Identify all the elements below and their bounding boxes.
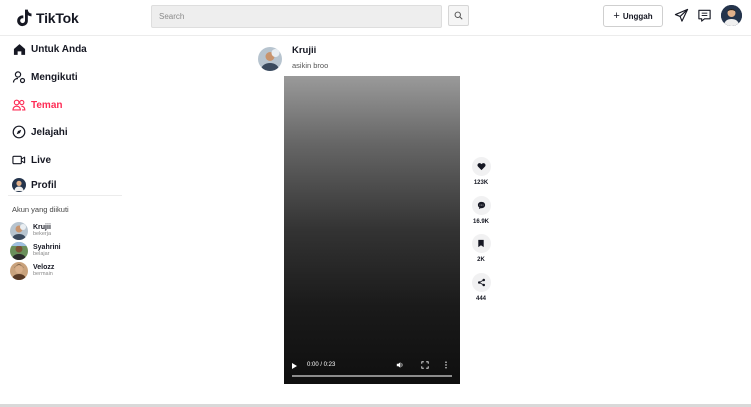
nav-item-mengikuti[interactable]: Mengikuti	[12, 67, 78, 87]
nav-label: Live	[31, 154, 52, 166]
nav-label: Jelajahi	[31, 126, 68, 138]
comment-icon	[477, 201, 485, 210]
nav-label: Profil	[31, 179, 57, 191]
account-subtitle: bekerja	[33, 231, 52, 238]
post-author-avatar[interactable]	[258, 47, 282, 71]
following-accounts-title: Akun yang diikuti	[12, 205, 69, 214]
search-box	[151, 5, 442, 28]
bookmark-action[interactable]: 2K	[470, 234, 492, 263]
search-input[interactable]	[152, 6, 441, 27]
like-count: 123K	[473, 180, 489, 186]
share-action[interactable]: 444	[470, 273, 492, 302]
bookmark-count: 2K	[477, 257, 485, 263]
following-account-syahrini[interactable]: Syahrini belajar	[10, 242, 61, 260]
fullscreen-icon[interactable]	[421, 361, 429, 371]
sidebar: Untuk Anda Mengikuti Teman Jelajahi Live…	[0, 37, 125, 407]
nav-label: Teman	[31, 99, 63, 111]
nav-item-untuk-anda[interactable]: Untuk Anda	[12, 39, 87, 59]
live-icon	[12, 153, 26, 167]
tiktok-logo-icon	[17, 9, 32, 27]
upload-label: Unggah	[622, 11, 653, 21]
logo-text: TikTok	[36, 10, 79, 26]
comment-button[interactable]	[471, 196, 491, 215]
comment-action[interactable]: 16.9K	[470, 196, 492, 225]
share-button[interactable]	[471, 273, 491, 292]
avatar	[10, 222, 28, 240]
post-caption: asikin broo	[292, 61, 329, 70]
search-icon	[454, 11, 463, 20]
following-account-krujii[interactable]: Krujii bekerja	[10, 222, 51, 240]
more-options-icon[interactable]	[444, 361, 448, 371]
video-time: 0:00 / 0:23	[307, 362, 336, 368]
send-icon[interactable]	[672, 6, 690, 24]
post-username[interactable]: Krujii	[292, 45, 316, 56]
following-account-velozz[interactable]: Velozz bermain	[10, 262, 54, 280]
share-icon	[477, 278, 485, 287]
bookmark-button[interactable]	[471, 234, 491, 253]
video-progress-bar[interactable]	[292, 375, 452, 377]
heart-icon	[476, 163, 486, 171]
play-icon[interactable]	[292, 363, 297, 369]
sidebar-divider	[8, 195, 122, 196]
account-subtitle: belajar	[33, 251, 50, 258]
inbox-icon[interactable]	[695, 6, 713, 24]
video-player[interactable]: 0:00 / 0:23	[284, 76, 460, 384]
comment-count: 16.9K	[472, 219, 489, 225]
account-subtitle: bermain	[33, 271, 53, 278]
nav-item-profil[interactable]: Profil	[12, 175, 57, 195]
explore-icon	[12, 125, 26, 139]
like-button[interactable]	[471, 157, 491, 176]
profile-avatar	[12, 178, 26, 192]
nav-label: Untuk Anda	[31, 43, 87, 55]
nav-item-teman[interactable]: Teman	[12, 95, 63, 115]
nav-item-live[interactable]: Live	[12, 150, 51, 170]
search-button[interactable]	[448, 5, 469, 26]
avatar	[10, 242, 28, 260]
nav-label: Mengikuti	[31, 71, 78, 83]
upload-button[interactable]: + Unggah	[603, 5, 663, 27]
share-count: 444	[475, 296, 486, 302]
user-avatar[interactable]	[721, 5, 742, 26]
volume-icon[interactable]	[396, 361, 404, 371]
video-controls: 0:00 / 0:23	[284, 354, 460, 384]
tiktok-logo[interactable]: TikTok	[14, 7, 79, 29]
account-name: Velozz	[33, 264, 55, 272]
nav-item-jelajahi[interactable]: Jelajahi	[12, 122, 68, 142]
following-icon	[12, 70, 26, 84]
like-action[interactable]: 123K	[470, 157, 492, 186]
account-name: Syahrini	[33, 244, 61, 252]
avatar	[10, 262, 28, 280]
account-name: Krujii	[33, 224, 51, 232]
friends-icon	[12, 98, 26, 112]
bookmark-icon	[478, 239, 484, 248]
home-icon	[12, 42, 26, 56]
plus-icon: +	[613, 9, 620, 22]
top-header: TikTok + Unggah	[0, 0, 751, 36]
